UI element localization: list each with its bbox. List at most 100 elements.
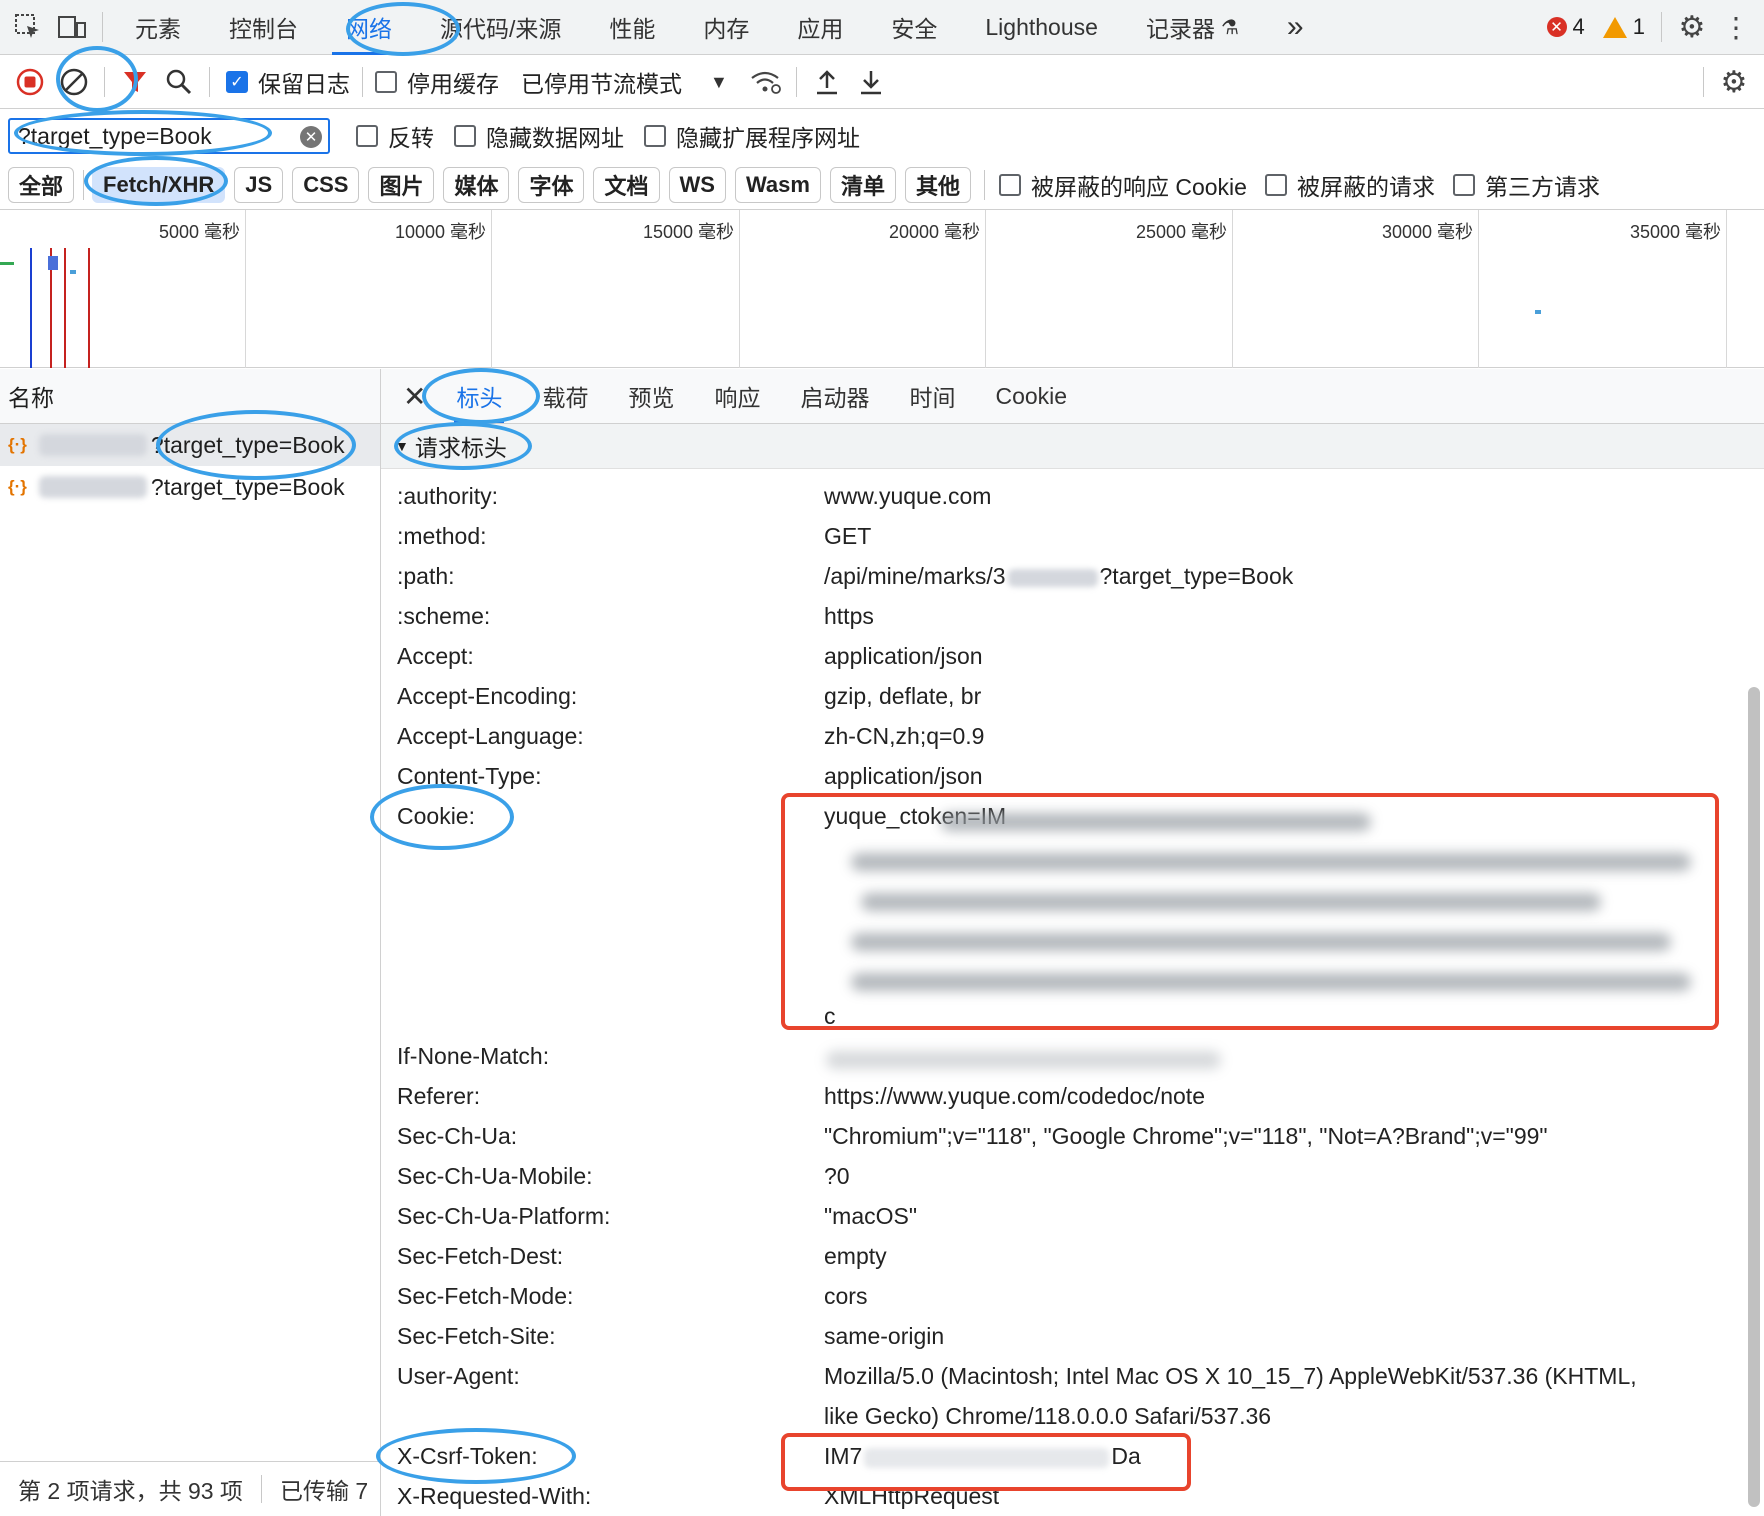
request-row[interactable]: {·} ?target_type=Book [0,424,380,466]
stop-recording-icon[interactable] [8,60,52,104]
tab-recorder[interactable]: 记录器 ⚗ [1122,0,1263,55]
search-icon[interactable] [157,60,201,104]
details-tab-initiator[interactable]: 启动器 [780,369,889,423]
overview-tick-label: 10000 毫秒 [394,222,486,242]
overview-gridline [1478,210,1479,368]
inspect-element-icon[interactable] [6,5,50,49]
header-name: :scheme: [397,603,491,629]
details-tab-timing[interactable]: 时间 [889,369,975,423]
type-chip-wasm[interactable]: Wasm [734,166,821,203]
overview-gridline [1232,210,1233,368]
request-name: ?target_type=Book [150,473,345,500]
close-icon[interactable]: ✕ [381,380,436,413]
details-tab-preview[interactable]: 预览 [608,369,694,423]
type-chip-img[interactable]: 图片 [368,166,435,203]
details-tab-headers[interactable]: 标头 [436,369,522,423]
header-name: :authority: [397,483,498,509]
disable-cache-label: 停用缓存 [407,71,499,97]
type-chip-doc[interactable]: 文档 [593,166,660,203]
network-conditions-icon[interactable] [744,60,788,104]
redacted-text [38,476,147,498]
more-options-icon[interactable]: ⋮ [1714,5,1758,49]
error-icon: ✕ [1546,17,1567,37]
details-tab-response[interactable]: 响应 [694,369,780,423]
error-counter[interactable]: ✕ 4 [1546,14,1585,40]
type-chip-other[interactable]: 其他 [904,166,971,203]
request-details-panel: ✕ 标头 载荷 预览 响应 启动器 时间 Cookie ▼ 请求标头 :auth… [381,369,1764,1516]
overview-tick-label: 35000 毫秒 [1629,222,1721,242]
warning-counter[interactable]: 1 [1602,14,1645,40]
blocked-requests-checkbox[interactable] [1264,173,1287,196]
network-settings-gear-icon[interactable]: ⚙ [1712,60,1756,104]
hide-data-urls-checkbox[interactable] [454,125,476,147]
header-name: :method: [397,523,487,549]
divider [795,67,797,97]
hide-extension-urls-checkbox[interactable] [644,125,666,147]
request-list-panel: 名称 {·} ?target_type=Book {·} ?target_typ… [0,369,381,1516]
cookie-highlight-box [781,793,1719,1030]
blocked-cookies-checkbox[interactable] [998,173,1021,196]
settings-gear-icon[interactable]: ⚙ [1670,5,1714,49]
tab-memory[interactable]: 内存 [679,0,773,55]
type-chip-media[interactable]: 媒体 [443,166,510,203]
tab-application[interactable]: 应用 [773,0,867,55]
request-headers-section[interactable]: ▼ 请求标头 [381,424,1764,469]
tab-lighthouse[interactable]: Lighthouse [961,0,1122,55]
tab-console[interactable]: 控制台 [205,0,322,55]
path-suffix: ?target_type=Book [1099,563,1294,589]
triangle-down-icon: ▼ [395,438,409,454]
header-value: ?0 [824,1163,850,1189]
overview-gridline [985,210,986,368]
disable-cache-checkbox[interactable] [375,71,397,93]
load-event-line [64,248,66,368]
type-chip-css[interactable]: CSS [292,166,360,203]
blocked-cookies-label: 被屏蔽的响应 Cookie [1030,173,1247,200]
header-value: GET [824,523,872,549]
header-value: same-origin [824,1323,945,1349]
hide-data-urls-label: 隐藏数据网址 [486,125,624,151]
transferred-size: 已传输 7 [279,1478,369,1504]
header-name: :path: [397,563,455,589]
filter-input-value: ?target_type=Book [18,122,212,149]
details-tab-cookies[interactable]: Cookie [975,369,1087,423]
clear-filter-icon[interactable]: ✕ [300,126,322,148]
type-chip-ws[interactable]: WS [668,166,726,203]
device-toolbar-icon[interactable] [50,5,94,49]
more-tabs-button[interactable]: » [1263,0,1328,55]
scrollbar[interactable] [1748,687,1760,1507]
details-tab-payload[interactable]: 载荷 [522,369,608,423]
type-chip-font[interactable]: 字体 [518,166,585,203]
tab-security[interactable]: 安全 [867,0,961,55]
header-name: Accept-Language: [397,723,584,749]
preserve-log-checkbox[interactable]: ✓ [226,71,248,93]
invert-checkbox[interactable] [356,125,378,147]
overview-tick-label: 15000 毫秒 [642,222,734,242]
chevron-down-icon[interactable]: ▼ [710,72,728,93]
divider [362,67,363,97]
csrf-highlight-box [781,1433,1191,1491]
xhr-icon: {·} [8,477,27,496]
request-row[interactable]: {·} ?target_type=Book [0,466,380,508]
tab-sources[interactable]: 源代码/来源 [416,0,585,55]
filter-input[interactable]: ?target_type=Book ✕ [8,118,330,154]
third-party-checkbox[interactable] [1452,173,1475,196]
name-column-header[interactable]: 名称 [0,369,380,424]
type-chip-manifest[interactable]: 清单 [829,166,896,203]
divider [260,1475,262,1503]
tab-performance[interactable]: 性能 [585,0,679,55]
tab-elements[interactable]: 元素 [111,0,205,55]
export-har-icon[interactable] [849,60,893,104]
header-value: gzip, deflate, br [824,683,982,709]
network-overview-timeline[interactable]: 5000 毫秒 10000 毫秒 15000 毫秒 20000 毫秒 25000… [0,210,1764,368]
tab-network[interactable]: 网络 [322,0,416,55]
clear-log-icon[interactable] [52,60,96,104]
throttling-select[interactable]: 已停用节流模式 [521,65,682,99]
type-chip-fetch-xhr[interactable]: Fetch/XHR [92,166,226,203]
filter-funnel-icon[interactable] [113,60,157,104]
header-value: "Chromium";v="118", "Google Chrome";v="1… [824,1123,1548,1149]
type-chip-js[interactable]: JS [234,166,284,203]
import-har-icon[interactable] [805,60,849,104]
header-name: Content-Type: [397,763,542,789]
dom-content-loaded-line [30,248,32,368]
type-chip-all[interactable]: 全部 [8,166,75,203]
